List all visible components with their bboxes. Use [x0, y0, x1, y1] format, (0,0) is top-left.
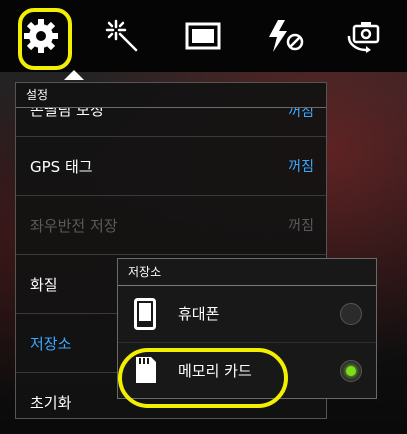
setting-label: 초기화 [30, 393, 72, 412]
setting-label: 저장소 [30, 334, 72, 353]
setting-row-stabilization[interactable]: 손떨림 보정 꺼짐 [16, 108, 326, 137]
setting-label: 좌우반전 저장 [30, 216, 118, 235]
switch-camera-icon [347, 22, 380, 53]
setting-row-gps-tag[interactable]: GPS 태그 꺼짐 [16, 137, 326, 196]
phone-icon [134, 298, 156, 330]
setting-row-mirror-save: 좌우반전 저장 꺼짐 [16, 196, 326, 255]
effects-icon [105, 19, 138, 52]
setting-label: 손떨림 보정 [30, 108, 104, 119]
setting-label: GPS 태그 [30, 157, 93, 176]
settings-panel-title: 설정 [16, 83, 326, 108]
memory-card-highlight-annotation [118, 348, 288, 408]
frame-button[interactable] [173, 6, 233, 66]
flash-button[interactable] [255, 6, 315, 66]
radio-button-selected[interactable] [340, 360, 362, 382]
storage-option-phone[interactable]: 휴대폰 [118, 286, 376, 343]
storage-option-label: 휴대폰 [178, 305, 220, 323]
effects-button[interactable] [92, 6, 152, 66]
setting-value: 꺼짐 [288, 159, 314, 175]
settings-highlight-annotation [18, 8, 72, 70]
flash-off-icon [268, 20, 304, 52]
storage-popup-title: 저장소 [118, 259, 376, 286]
switch-camera-button[interactable] [336, 6, 396, 66]
frame-icon [185, 22, 221, 50]
setting-label: 화질 [30, 275, 58, 294]
radio-button-unselected[interactable] [340, 303, 362, 325]
setting-value: 꺼짐 [288, 218, 314, 234]
selected-pointer [64, 70, 84, 80]
setting-value: 꺼짐 [288, 108, 314, 120]
